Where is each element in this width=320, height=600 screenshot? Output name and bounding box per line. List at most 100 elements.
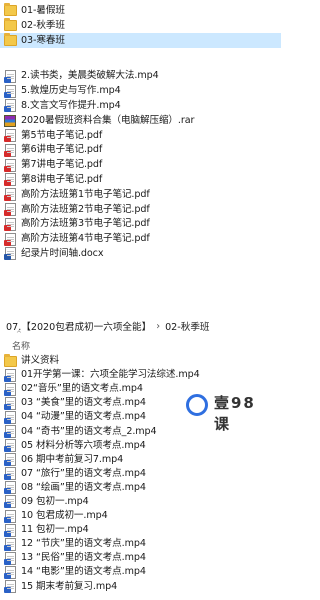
file-row[interactable]: 第7讲电子笔记.pdf (0, 158, 281, 173)
mp4-file-icon (4, 439, 16, 453)
file-row[interactable]: 纪录片时间轴.docx (0, 247, 281, 262)
file-name: 14 “电影”里的语文考点.mp4 (21, 566, 146, 578)
file-row[interactable]: 15 期末考前复习.mp4 (0, 580, 281, 594)
breadcrumb-item-root[interactable]: 07.【2020包君成初一六项全能】 (0, 319, 151, 333)
mp4-file-icon (4, 509, 16, 523)
pdf-file-icon (4, 158, 16, 172)
mp4-file-icon (4, 580, 16, 594)
file-name: 第6讲电子笔记.pdf (21, 144, 103, 156)
folder-icon (4, 3, 17, 16)
mp4-badge-icon (4, 106, 11, 113)
column-header-name[interactable]: ^ 名称 (0, 330, 281, 352)
mp4-file-icon (4, 551, 16, 565)
pdf-file-icon (4, 203, 16, 217)
file-row[interactable]: 高阶方法班第2节电子笔记.pdf (0, 202, 281, 217)
file-row[interactable]: 13 “民俗”里的语文考点.mp4 (0, 551, 281, 565)
file-name: 13 “民俗”里的语文考点.mp4 (21, 552, 146, 564)
file-name: 8.文言文写作提升.mp4 (21, 99, 121, 111)
file-name: 04 “动漫”里的语文考点.mp4 (21, 411, 146, 423)
pdf-file-icon (4, 232, 16, 246)
mp4-file-icon (4, 565, 16, 579)
folder-row[interactable]: 03-寒春班 (0, 33, 281, 48)
file-name: 纪录片时间轴.docx (21, 247, 104, 259)
file-row[interactable]: 第5节电子笔记.pdf (0, 128, 281, 143)
file-row[interactable]: 07 “旅行”里的语文考点.mp4 (0, 467, 281, 481)
file-row[interactable]: 5.敦煌历史与写作.mp4 (0, 84, 281, 99)
folder-icon (4, 33, 17, 46)
file-row[interactable]: 08 “绘画”里的语文考点.mp4 (0, 481, 281, 495)
file-name: 12 “节庆”里的语文考点.mp4 (21, 538, 146, 550)
file-row[interactable]: 第8讲电子笔记.pdf (0, 173, 281, 188)
file-row[interactable]: 2.读书类，美晨类破解大法.mp4 (0, 69, 281, 84)
breadcrumb-item-current[interactable]: 02-秋季班 (165, 319, 209, 333)
folder-icon (4, 18, 17, 31)
file-name: 07 “旅行”里的语文考点.mp4 (21, 467, 146, 479)
file-name: 04 “奇书”里的语文考点_2.mp4 (21, 425, 157, 437)
file-row[interactable]: 高阶方法班第4节电子笔记.pdf (0, 232, 281, 247)
file-name: 第5节电子笔记.pdf (21, 129, 103, 141)
folder-icon (4, 353, 17, 367)
rar-archive-icon (4, 114, 16, 127)
mp4-badge-icon (4, 446, 11, 453)
pdf-file-icon (4, 188, 16, 202)
breadcrumb-separator-icon: › (156, 320, 161, 332)
file-row[interactable]: 09 包初一.mp4 (0, 495, 281, 509)
docx-file-icon (4, 247, 16, 261)
mp4-badge-icon (4, 530, 11, 537)
pdf-badge-icon (4, 195, 11, 202)
file-name: 02-秋季班 (21, 19, 65, 31)
mp4-badge-icon (4, 474, 11, 481)
file-row[interactable]: 05 材料分析等六项考点.mp4 (0, 439, 281, 453)
file-row[interactable]: 高阶方法班第1节电子笔记.pdf (0, 187, 281, 202)
pdf-badge-icon (4, 224, 11, 231)
mp4-badge-icon (4, 403, 11, 410)
mp4-file-icon (4, 425, 16, 439)
mp4-file-icon (4, 467, 16, 481)
file-row[interactable]: 01开学第一课：六项全能学习法综述.mp4 (0, 368, 281, 382)
mp4-badge-icon (4, 432, 11, 439)
mp4-file-icon (4, 99, 16, 113)
file-row[interactable]: 14 “电影”里的语文考点.mp4 (0, 565, 281, 579)
file-row[interactable]: 11 包初一.mp4 (0, 523, 281, 537)
file-name: 高阶方法班第3节电子笔记.pdf (21, 218, 150, 230)
file-row[interactable]: 12 “节庆”里的语文考点.mp4 (0, 537, 281, 551)
mp4-badge-icon (4, 488, 11, 495)
column-header-label: 名称 (12, 342, 31, 352)
mp4-file-icon (4, 382, 16, 396)
folder-row[interactable]: 01-暑假班 (0, 3, 281, 18)
pdf-badge-icon (4, 165, 11, 172)
mp4-badge-icon (4, 544, 11, 551)
mp4-file-icon (4, 523, 16, 537)
pdf-badge-icon (4, 239, 11, 246)
mp4-file-icon (4, 84, 16, 98)
file-row[interactable]: 第6讲电子笔记.pdf (0, 143, 281, 158)
file-row[interactable]: 高阶方法班第3节电子笔记.pdf (0, 217, 281, 232)
pdf-badge-icon (4, 136, 11, 143)
file-row[interactable]: 2020暑假班资料合集（电脑解压缩）.rar (0, 113, 281, 128)
file-name: 2020暑假班资料合集（电脑解压缩）.rar (21, 114, 195, 126)
watermark-circle-icon (186, 394, 208, 416)
file-name: 09 包初一.mp4 (21, 495, 89, 507)
breadcrumb: 07.【2020包君成初一六项全能】 › 02-秋季班 (0, 318, 281, 334)
file-row[interactable]: 10 包君成初一.mp4 (0, 509, 281, 523)
file-name: 15 期末考前复习.mp4 (21, 580, 118, 592)
file-name: 05 材料分析等六项考点.mp4 (21, 439, 146, 451)
sort-caret-icon: ^ (16, 330, 22, 338)
mp4-file-icon (4, 368, 16, 382)
mp4-badge-icon (4, 389, 11, 396)
file-name: 11 包初一.mp4 (21, 524, 89, 536)
docx-badge-icon (4, 254, 11, 261)
mp4-badge-icon (4, 558, 11, 565)
file-row[interactable]: 06 期中考前复习7.mp4 (0, 453, 281, 467)
folder-row[interactable]: 讲义资料 (0, 353, 281, 368)
file-name: 06 期中考前复习7.mp4 (21, 453, 124, 465)
folder-row[interactable]: 02-秋季班 (0, 18, 281, 33)
top-file-list: 2.读书类，美晨类破解大法.mp4 5.敦煌历史与写作.mp4 8.文言文写作提升.… (0, 69, 281, 261)
mp4-file-icon (4, 69, 16, 83)
file-row[interactable]: 8.文言文写作提升.mp4 (0, 99, 281, 114)
file-name: 10 包君成初一.mp4 (21, 510, 108, 522)
file-name: 高阶方法班第1节电子笔记.pdf (21, 188, 150, 200)
file-name: 01-暑假班 (21, 4, 65, 16)
mp4-file-icon (4, 495, 16, 509)
pdf-badge-icon (4, 150, 11, 157)
